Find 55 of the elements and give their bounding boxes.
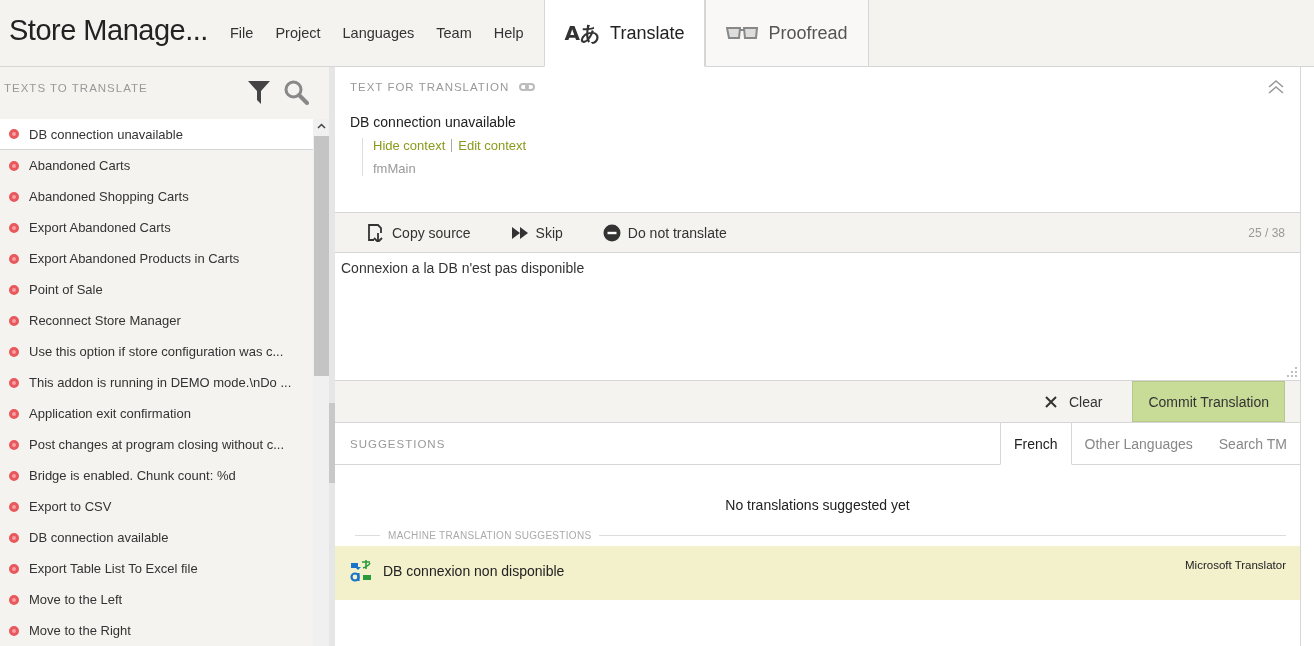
list-item[interactable]: This addon is running in DEMO mode.\nDo ... <box>0 367 313 398</box>
mode-tab[interactable]: Aあ Translate <box>543 0 706 67</box>
list-item[interactable]: Move to the Left <box>0 584 313 615</box>
link-icon[interactable] <box>519 82 536 92</box>
glasses-icon <box>726 25 759 41</box>
toolbar-button[interactable]: Do not translate <box>602 223 727 242</box>
menu-item[interactable]: Languages <box>342 25 415 41</box>
menu-item[interactable]: Team <box>436 25 472 41</box>
filter-icon[interactable] <box>247 79 271 105</box>
list-item[interactable]: Abandoned Shopping Carts <box>0 181 313 212</box>
translator-icon <box>349 559 373 583</box>
toolbar-button[interactable]: Skip <box>510 223 563 242</box>
list-item[interactable]: Point of Sale <box>0 274 313 305</box>
app-title: Store Manage... <box>8 13 209 48</box>
mode-tab[interactable]: Proofread <box>705 0 869 67</box>
list-item[interactable]: Export Table List To Excel file <box>0 553 313 584</box>
list-item[interactable]: Reconnect Store Manager <box>0 305 313 336</box>
list-item[interactable]: Abandoned Carts <box>0 150 313 181</box>
section-title: TEXT FOR TRANSLATION <box>350 81 510 93</box>
language-tab[interactable]: French <box>1000 423 1072 465</box>
menu-item[interactable]: File <box>230 25 254 41</box>
section-title: MACHINE TRANSLATION SUGGESTIONS <box>388 530 592 541</box>
provider-name: Microsoft Translator <box>1185 559 1286 571</box>
scrollbar[interactable] <box>313 119 329 646</box>
list-item[interactable]: DB connection unavailable <box>0 119 313 150</box>
list-item[interactable]: Export Abandoned Carts <box>0 212 313 243</box>
list-item[interactable]: DB connection available <box>0 522 313 553</box>
copy-icon <box>367 223 385 242</box>
empty-message: No translations suggested yet <box>724 496 911 513</box>
search-icon[interactable] <box>283 79 309 105</box>
collapse-icon[interactable] <box>1268 80 1284 94</box>
suggestion-row[interactable]: DB connexion non disponible Microsoft Translator <box>335 546 1300 600</box>
list-item[interactable]: Move to the Right <box>0 615 313 646</box>
list-item[interactable]: Use this option if store configuration was c... <box>0 336 313 367</box>
close-icon <box>1043 394 1058 409</box>
list-item[interactable]: Export to CSV <box>0 491 313 522</box>
menu-item[interactable]: Project <box>275 25 321 41</box>
minus-circle-icon <box>602 223 621 242</box>
context-value: fmMain <box>373 161 417 176</box>
section-title: SUGGESTIONS <box>350 437 447 450</box>
source-text: DB connection unavailable <box>350 114 517 130</box>
menu-item[interactable]: Help <box>493 25 524 41</box>
resize-grip-icon[interactable] <box>1287 367 1297 377</box>
language-tab[interactable]: Other Languages <box>1071 423 1206 464</box>
language-tab[interactable]: Search TM <box>1205 423 1300 464</box>
progress-counter: 25 / 38 <box>1248 225 1285 240</box>
clear-button[interactable]: Clear <box>1013 381 1133 422</box>
toolbar-button[interactable]: Copy source <box>367 223 471 242</box>
list-item[interactable]: Post changes at program closing without c... <box>0 429 313 460</box>
suggestion-text: DB connexion non disponible <box>383 562 565 579</box>
list-item[interactable]: Export Abandoned Products in Carts <box>0 243 313 274</box>
commit-translation-button[interactable]: Commit Translation <box>1132 381 1285 422</box>
panel-title: TEXTS TO TRANSLATE <box>4 81 149 94</box>
list-item[interactable]: Application exit confirmation <box>0 398 313 429</box>
list-item[interactable]: Bridge is enabled. Chunk count: %d <box>0 460 313 491</box>
